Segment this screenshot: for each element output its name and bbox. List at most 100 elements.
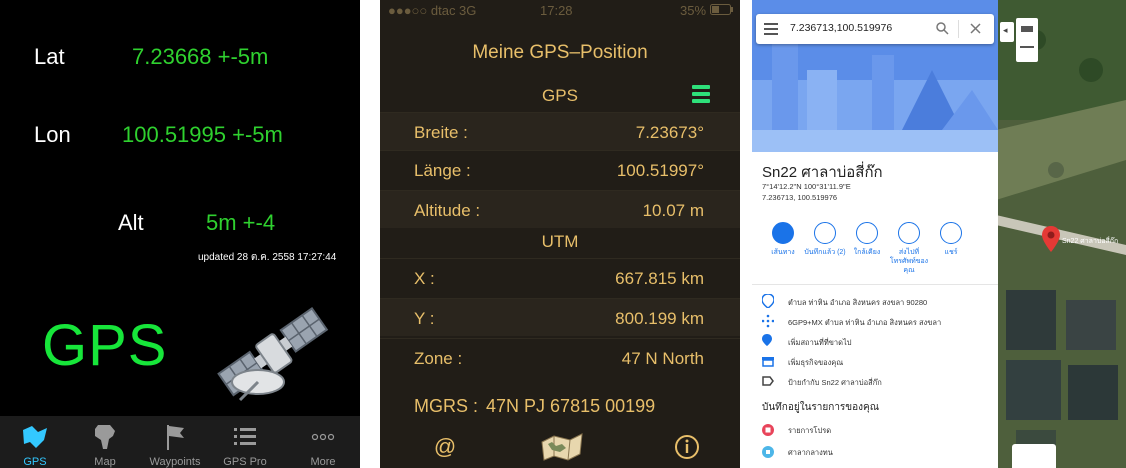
utm-x-label: X : bbox=[414, 269, 435, 288]
position-app-screen: ●●●○○ dtac 3G 17:28 35% Meine GPS–Positi… bbox=[380, 0, 740, 468]
battery-text: 35% bbox=[680, 3, 707, 18]
laenge-label: Länge : bbox=[414, 161, 471, 180]
gps-globe-icon bbox=[23, 426, 47, 448]
search-icon[interactable] bbox=[936, 22, 949, 35]
add-place-text: เพิ่มสถานที่ที่ขาดไป bbox=[788, 338, 852, 347]
africa-map-icon bbox=[95, 425, 115, 449]
add-business-row[interactable]: เพิ่มธุรกิจของคุณ bbox=[762, 354, 998, 370]
svg-text:@: @ bbox=[434, 434, 456, 459]
dms-coordinates: 7°14'12.2"N 100°31'11.9"E bbox=[762, 182, 851, 191]
place-sheet: 7.236713,100.519976 Sn22 ศาลาบ่อสี่ก๊ก 7… bbox=[752, 0, 998, 468]
lon-label: Lon bbox=[34, 122, 71, 147]
alt-label: Alt bbox=[118, 210, 144, 235]
utm-section-header: UTM bbox=[541, 232, 579, 251]
tab-gps-pro-label: GPS Pro bbox=[223, 456, 267, 468]
nearby-icon bbox=[856, 222, 878, 244]
add-place-icon bbox=[762, 334, 772, 346]
tab-waypoints[interactable]: Waypoints bbox=[140, 416, 210, 468]
utm-y-row: Y : 800.199 km bbox=[380, 298, 740, 336]
zone-label: Zone : bbox=[414, 349, 463, 368]
saved-lists-header: บันทึกอยู่ในรายการของคุณ bbox=[762, 402, 879, 413]
label-row[interactable]: ป้ายกำกับ Sn22 ศาลาบ่อสี่ก๊ก bbox=[762, 374, 998, 390]
status-bar: ●●●○○ dtac 3G 17:28 35% bbox=[380, 0, 740, 20]
flag-list-icon bbox=[762, 446, 774, 458]
add-place-row[interactable]: เพิ่มสถานที่ที่ขาดไป bbox=[762, 334, 998, 350]
plus-code-text: 6GP9+MX ตำบล ท่าหิน อำเภอ สิงหนคร สงขลา bbox=[788, 318, 942, 327]
add-business-text: เพิ่มธุรกิจของคุณ bbox=[788, 358, 844, 367]
tab-more[interactable]: More bbox=[288, 416, 358, 468]
sheet-divider bbox=[752, 284, 998, 285]
label-text: ป้ายกำกับ Sn22 ศาลาบ่อสี่ก๊ก bbox=[788, 378, 882, 387]
breite-row: Breite : 7.23673° bbox=[380, 112, 740, 150]
utm-y-value: 800.199 km bbox=[615, 309, 704, 328]
utm-x-value: 667.815 km bbox=[615, 269, 704, 288]
plus-code-row[interactable]: 6GP9+MX ตำบล ท่าหิน อำเภอ สิงหนคร สงขลา bbox=[762, 314, 998, 330]
satellite-icon bbox=[217, 306, 329, 402]
tab-map[interactable]: Map bbox=[70, 416, 140, 468]
altitude-value: 10.07 m bbox=[642, 201, 704, 220]
tab-bar: GPS Map Waypoints GPS Pro More bbox=[0, 416, 360, 468]
share-icon bbox=[940, 222, 962, 244]
mgrs-label: MGRS : bbox=[414, 396, 479, 416]
heart-list-icon bbox=[762, 424, 774, 436]
search-divider bbox=[958, 20, 959, 38]
menu-icon[interactable] bbox=[692, 84, 710, 104]
zoom-out-icon bbox=[1020, 46, 1034, 48]
tab-more-label: More bbox=[310, 456, 336, 468]
updated-timestamp: updated 28 ต.ค. 2558 17:27:44 bbox=[198, 252, 337, 263]
laenge-value: 100.51997° bbox=[616, 161, 704, 180]
maps-app-screen: ◂ Sn22 ศาลาบ่อสี่ก๊ก 7.236713,100.519976… bbox=[752, 0, 1126, 468]
map-icon[interactable] bbox=[540, 432, 584, 462]
utm-y-label: Y : bbox=[414, 309, 435, 328]
at-icon[interactable]: @ bbox=[432, 434, 458, 460]
close-icon[interactable] bbox=[970, 23, 981, 34]
tab-waypoints-label: Waypoints bbox=[149, 456, 201, 468]
mgrs-value: 47N PJ 67815 00199 bbox=[486, 396, 656, 416]
share-label: แชร์ bbox=[944, 249, 958, 256]
zone-value: 47 N North bbox=[621, 349, 704, 368]
map-preview-thumbnail[interactable] bbox=[1012, 444, 1056, 468]
gps-big-label: GPS bbox=[42, 313, 168, 378]
satellite-map-view[interactable] bbox=[996, 0, 1126, 468]
place-title: Sn22 ศาลาบ่อสี่ก๊ก bbox=[762, 164, 883, 181]
layers-control[interactable] bbox=[1016, 18, 1038, 62]
location-pin-icon bbox=[762, 294, 774, 308]
breite-label: Breite : bbox=[414, 123, 468, 142]
alt-value: 5m +-4 bbox=[206, 210, 276, 235]
altitude-label: Altitude : bbox=[414, 201, 481, 220]
gps-app-screen: Lat 7.23668 +-5m Lon 100.51995 +-5m Alt … bbox=[0, 0, 360, 468]
hamburger-menu-icon[interactable] bbox=[764, 23, 778, 35]
add-business-icon bbox=[762, 357, 774, 367]
directions-icon bbox=[772, 222, 794, 244]
tab-gps-pro[interactable]: GPS Pro bbox=[210, 416, 280, 468]
tab-gps-label: GPS bbox=[23, 456, 47, 468]
breite-value: 7.23673° bbox=[635, 123, 704, 142]
send-to-phone-icon bbox=[898, 222, 920, 244]
flag-list-row[interactable]: ศาลากลางทน bbox=[762, 446, 998, 462]
favorites-list-text: รายการโปรด bbox=[788, 426, 832, 435]
search-bar[interactable]: 7.236713,100.519976 bbox=[756, 14, 994, 44]
flag-list-text: ศาลากลางทน bbox=[788, 448, 833, 457]
altitude-row: Altitude : 10.07 m bbox=[380, 190, 740, 228]
address-row[interactable]: ตำบล ท่าหิน อำเภอ สิงหนคร สงขลา 90280 bbox=[762, 294, 998, 310]
tab-map-label: Map bbox=[94, 456, 116, 468]
laenge-row: Länge : 100.51997° bbox=[380, 150, 740, 188]
list-icon bbox=[234, 428, 256, 445]
saved-icon bbox=[814, 222, 836, 244]
lat-value: 7.23668 +-5m bbox=[132, 44, 269, 69]
flag-icon bbox=[167, 425, 184, 450]
page-title: Meine GPS–Position bbox=[472, 42, 648, 63]
zone-row: Zone : 47 N North bbox=[380, 338, 740, 376]
search-input[interactable]: 7.236713,100.519976 bbox=[790, 22, 892, 34]
collapse-panel-button[interactable]: ◂ bbox=[1000, 22, 1014, 42]
label-icon bbox=[762, 376, 774, 386]
carrier-text: ●●●○○ dtac 3G bbox=[388, 3, 477, 18]
favorites-list-row[interactable]: รายการโปรด bbox=[762, 424, 998, 440]
info-icon[interactable] bbox=[674, 434, 700, 460]
layers-icon bbox=[1021, 26, 1033, 32]
mgrs-row: MGRS : 47N PJ 67815 00199 bbox=[414, 396, 655, 417]
clock-text: 17:28 bbox=[540, 3, 573, 18]
map-pin-icon[interactable] bbox=[1042, 226, 1060, 252]
battery-icon bbox=[710, 4, 733, 15]
tab-gps[interactable]: GPS bbox=[0, 416, 70, 468]
